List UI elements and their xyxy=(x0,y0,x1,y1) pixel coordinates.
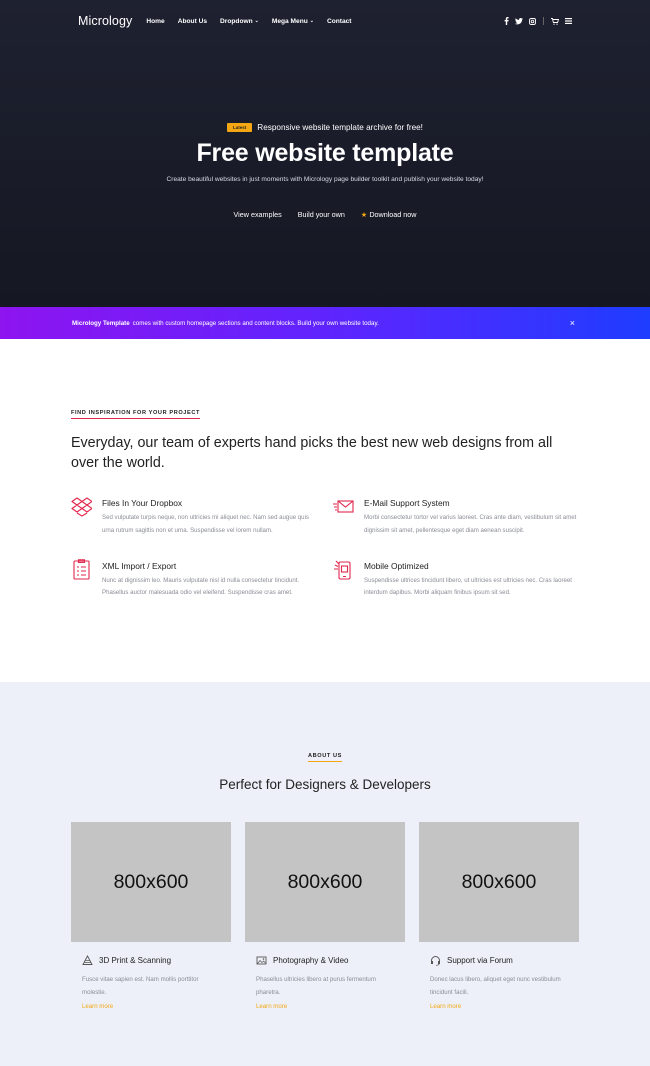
hero-title: Free website template xyxy=(196,139,454,167)
card-title: Photography & Video xyxy=(273,956,349,965)
promo-banner: Micrology Template comes with custom hom… xyxy=(0,307,650,339)
mobile-icon xyxy=(334,560,351,580)
document-icon xyxy=(73,558,90,580)
feature-title: Files In Your Dropbox xyxy=(102,498,183,508)
headset-icon xyxy=(431,956,440,966)
service-card: 800x600 Photography & Video Phasellus ul… xyxy=(245,822,405,1010)
feature-title: XML Import / Export xyxy=(102,560,177,571)
about-title: Perfect for Designers & Developers xyxy=(219,777,431,792)
dropbox-icon xyxy=(71,497,92,517)
hero-subtitle: Create beautiful websites in just moment… xyxy=(166,176,484,183)
card-desc: Fusce vitae sapien est. Nam mollis portt… xyxy=(82,976,199,996)
hero-section: Micrology Home About Us Dropdown ⌄ Mega M… xyxy=(0,0,650,307)
card-desc: Phasellus ultricies libero at purus ferm… xyxy=(256,976,376,996)
brand-logo[interactable]: Micrology xyxy=(78,14,132,28)
service-card: 800x600 3D Print & Scanning Fusce vitae … xyxy=(71,822,231,1010)
twitter-icon[interactable] xyxy=(515,17,523,25)
card-title-row: Support via Forum xyxy=(419,955,579,966)
cart-icon[interactable] xyxy=(551,17,559,25)
card-title: 3D Print & Scanning xyxy=(99,956,172,965)
email-icon xyxy=(333,500,354,513)
star-icon: ★ xyxy=(360,210,368,219)
close-icon[interactable]: × xyxy=(570,318,575,328)
main-menu: Home About Us Dropdown ⌄ Mega Menu ⌄ Conta… xyxy=(146,18,351,25)
feature-desc: Morbi consectetur tortor vel varius laor… xyxy=(364,514,577,534)
hero-content: Latest Responsive website template archi… xyxy=(0,123,650,219)
features-lead: Everyday, our team of experts hand picks… xyxy=(71,435,553,471)
feature-desc: Sed vulputate turpis neque, non ultricie… xyxy=(102,514,309,534)
banner-text: comes with custom homepage sections and … xyxy=(132,319,379,327)
nav-item-contact[interactable]: Contact xyxy=(327,18,352,25)
about-cards: 800x600 3D Print & Scanning Fusce vitae … xyxy=(0,822,650,1010)
features-grid: Files In Your Dropbox Sed vulputate turp… xyxy=(71,496,580,600)
banner-brand: Micrology Template xyxy=(72,319,130,327)
hero-links: View examples Build your own ★ Download n… xyxy=(0,210,650,219)
feature-desc: Nunc at dignissim leo. Mauris vulputate … xyxy=(102,576,300,597)
features-section: FIND INSPIRATION FOR YOUR PROJECT Everyd… xyxy=(0,339,650,682)
feature-item: Mobile Optimized Suspendisse ultrices ti… xyxy=(333,559,583,601)
card-image-placeholder: 800x600 xyxy=(419,822,579,942)
menu-icon[interactable] xyxy=(565,18,572,24)
feature-desc: Suspendisse ultrices tincidunt libero, u… xyxy=(364,576,572,597)
divider xyxy=(543,17,544,25)
feature-item: Files In Your Dropbox Sed vulputate turp… xyxy=(71,496,331,538)
image-icon xyxy=(256,956,267,965)
nav-item-mega-menu[interactable]: Mega Menu ⌄ xyxy=(272,18,314,25)
about-section: ABOUT US Perfect for Designers & Develop… xyxy=(0,682,650,1066)
build-your-own-link[interactable]: Build your own xyxy=(298,210,345,219)
view-examples-link[interactable]: View examples xyxy=(234,210,282,219)
card-title: Support via Forum xyxy=(447,956,513,965)
chevron-down-icon: ⌄ xyxy=(309,18,314,24)
card-image-placeholder: 800x600 xyxy=(71,822,231,942)
feature-title: E-Mail Support System xyxy=(364,498,450,508)
hero-tagline: Responsive website template archive for … xyxy=(257,123,423,132)
feature-item: E-Mail Support System Morbi consectetur … xyxy=(333,496,583,538)
feature-item: XML Import / Export Nunc at dignissim le… xyxy=(71,558,331,601)
top-navbar: Micrology Home About Us Dropdown ⌄ Mega M… xyxy=(0,0,650,42)
about-eyebrow: ABOUT US xyxy=(307,753,342,762)
card-desc: Donec lacus libero, aliquet eget nunc ve… xyxy=(430,976,561,996)
latest-badge: Latest xyxy=(227,123,253,132)
nav-item-dropdown[interactable]: Dropdown ⌄ xyxy=(220,18,259,25)
card-title-row: Photography & Video xyxy=(245,955,405,966)
service-card: 800x600 Support via Forum Donec lacus li… xyxy=(419,822,579,1010)
card-title-row: 3D Print & Scanning xyxy=(71,955,231,966)
instagram-icon[interactable] xyxy=(529,17,536,25)
print-icon xyxy=(82,955,93,965)
nav-item-home[interactable]: Home xyxy=(146,18,164,25)
learn-more-link[interactable]: Learn more xyxy=(71,1003,231,1010)
feature-title: Mobile Optimized xyxy=(364,560,429,571)
chevron-down-icon: ⌄ xyxy=(254,18,259,24)
hero-tagline-row: Latest Responsive website template archi… xyxy=(0,123,650,132)
learn-more-link[interactable]: Learn more xyxy=(245,1003,405,1010)
download-now-link[interactable]: ★ Download now xyxy=(361,210,417,219)
features-eyebrow: FIND INSPIRATION FOR YOUR PROJECT xyxy=(71,410,200,419)
social-links xyxy=(504,17,572,25)
facebook-icon[interactable] xyxy=(504,17,509,25)
card-image-placeholder: 800x600 xyxy=(245,822,405,942)
learn-more-link[interactable]: Learn more xyxy=(419,1003,579,1010)
nav-item-about[interactable]: About Us xyxy=(178,18,207,25)
